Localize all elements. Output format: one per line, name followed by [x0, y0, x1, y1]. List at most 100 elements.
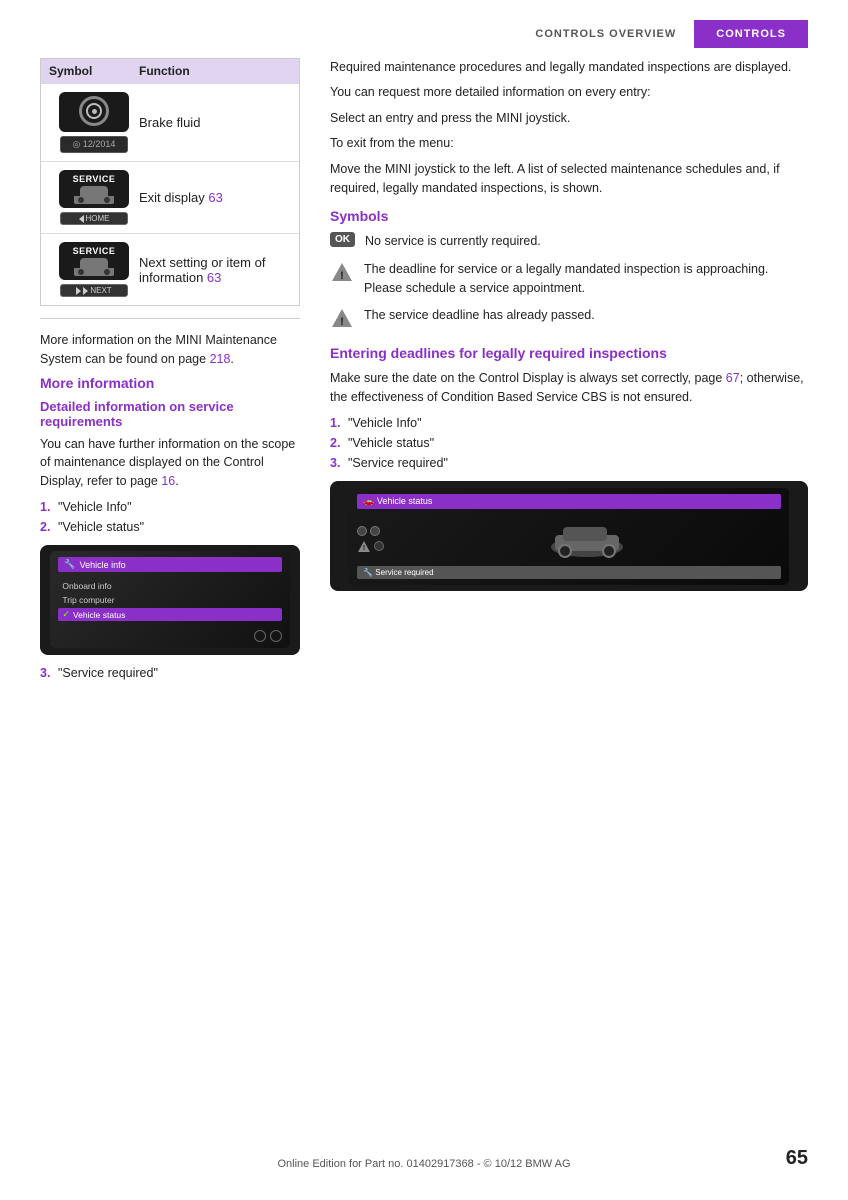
- next-label: NEXT: [90, 286, 111, 295]
- function-cell: Exit display 63: [139, 190, 291, 205]
- page-footer: Online Edition for Part no. 01402917368 …: [0, 1158, 848, 1170]
- list-num: 1.: [40, 497, 54, 517]
- ss-row: Onboard info: [58, 580, 281, 592]
- dot-icon: [357, 526, 367, 536]
- next-arrow1: [76, 287, 81, 295]
- car-bottom-next: [74, 268, 114, 276]
- nav-circle-right: [270, 630, 282, 642]
- list-text: "Service required": [58, 663, 158, 683]
- warn-sm: !: [357, 540, 371, 553]
- page-number: 65: [786, 1147, 808, 1170]
- brake-fluid-text: Brake fluid: [139, 115, 200, 130]
- left-column: Symbol Function ◎ 12/2014 Br: [40, 58, 300, 691]
- divider-1: [40, 318, 300, 319]
- detail-link[interactable]: 16: [161, 474, 175, 488]
- right-para-4: To exit from the menu:: [330, 134, 808, 153]
- symbol-cell: ◎ 12/2014: [49, 92, 139, 153]
- right-para-2: You can request more detailed informatio…: [330, 83, 808, 102]
- nav-circle-left: [254, 630, 266, 642]
- symbol-cell: SERVICE HOME: [49, 170, 139, 225]
- service-word: SERVICE: [73, 174, 116, 184]
- car-simple: [74, 186, 114, 204]
- list-num: 1.: [330, 413, 344, 433]
- list-text: "Vehicle status": [58, 517, 144, 537]
- car-top-next: [80, 258, 108, 268]
- symbols-heading: Symbols: [330, 208, 808, 224]
- home-button: HOME: [60, 212, 128, 225]
- ss-content-left: Onboard info Trip computer ✓ Vehicle sta…: [58, 576, 281, 621]
- list-item: 3. "Service required": [330, 453, 808, 473]
- screenshot-inner-left: 🔧 Vehicle info Onboard info Trip compute…: [50, 551, 289, 648]
- table-row: SERVICE NEXT: [41, 233, 299, 305]
- list-item: 2. "Vehicle status": [40, 517, 300, 537]
- table-row: SERVICE HOME: [41, 161, 299, 233]
- next-button: NEXT: [60, 284, 128, 297]
- screenshot-vehicle-status: 🚗 Vehicle status !: [330, 481, 808, 591]
- brake-label: ◎ 12/2014: [60, 136, 128, 153]
- car-top: [80, 186, 108, 196]
- table-header: Symbol Function: [41, 59, 299, 83]
- ok-text: No service is currently required.: [365, 232, 541, 251]
- entering-link[interactable]: 67: [726, 371, 740, 385]
- ss-r-content: !: [357, 513, 781, 566]
- svg-text:!: !: [363, 545, 365, 552]
- right-para-3: Select an entry and press the MINI joyst…: [330, 109, 808, 128]
- right-para-5: Move the MINI joystick to the left. A li…: [330, 160, 808, 199]
- function-cell: Brake fluid: [139, 115, 291, 130]
- entering-body: Make sure the date on the Control Displa…: [330, 369, 808, 408]
- ss-icon-row2: !: [357, 540, 384, 553]
- ss-menu-icon: 🔧: [64, 559, 75, 570]
- svg-text:!: !: [340, 270, 344, 282]
- back-arrow: [79, 215, 84, 223]
- detail-list-2: 3. "Service required": [40, 663, 300, 683]
- wheel-right: [103, 196, 111, 204]
- col-function-header: Function: [139, 64, 291, 78]
- list-num: 2.: [40, 517, 54, 537]
- main-content: Symbol Function ◎ 12/2014 Br: [0, 58, 848, 691]
- list-item: 1. "Vehicle Info": [40, 497, 300, 517]
- svg-text:!: !: [340, 316, 344, 328]
- function-cell: Next setting or item of information 63: [139, 255, 291, 285]
- service-word-next: SERVICE: [73, 246, 116, 256]
- car-bottom: [74, 196, 114, 204]
- list-item: 1. "Vehicle Info": [330, 413, 808, 433]
- next-setting-link[interactable]: 63: [207, 270, 221, 285]
- warning-icon-2: !: [330, 306, 354, 330]
- symbol-cell: SERVICE NEXT: [49, 242, 139, 297]
- detail-body: You can have further information on the …: [40, 435, 300, 491]
- car-svg: [547, 519, 627, 559]
- symbol-row-warn1: ! The deadline for service or a legally …: [330, 260, 808, 299]
- list-num: 3.: [330, 453, 344, 473]
- page-header: CONTROLS OVERVIEW CONTROLS: [0, 0, 848, 58]
- entering-list: 1. "Vehicle Info" 2. "Vehicle status" 3.…: [330, 413, 808, 473]
- detail-subtitle: Detailed information on service requirem…: [40, 399, 300, 429]
- checkmark: ✓: [62, 609, 70, 620]
- dot-icon: [370, 526, 380, 536]
- controls-label: CONTROLS: [694, 20, 808, 48]
- service-top-next: SERVICE: [73, 246, 116, 256]
- list-num: 3.: [40, 663, 54, 683]
- service-icon-home: SERVICE: [59, 170, 129, 208]
- exit-display-link[interactable]: 63: [208, 190, 222, 205]
- list-text: "Service required": [348, 453, 448, 473]
- wheel-right-next: [103, 268, 111, 276]
- warn1-text: The deadline for service or a legally ma…: [364, 260, 808, 299]
- list-item: 2. "Vehicle status": [330, 433, 808, 453]
- warn-triangle-svg-2: !: [330, 307, 354, 329]
- warning-icon-1: !: [330, 260, 354, 284]
- symbol-row-warn2: ! The service deadline has already passe…: [330, 306, 808, 330]
- right-para-1: Required maintenance procedures and lega…: [330, 58, 808, 77]
- wheel-left: [77, 196, 85, 204]
- warn-triangle-svg-1: !: [330, 261, 354, 283]
- ss-menu-bar: 🔧 Vehicle info: [58, 557, 281, 572]
- wheel-left-next: [77, 268, 85, 276]
- more-info-heading: More information: [40, 375, 300, 391]
- detail-list: 1. "Vehicle Info" 2. "Vehicle status": [40, 497, 300, 537]
- ss-icons-left: !: [357, 526, 384, 553]
- maintenance-note: More information on the MINI Maintenance…: [40, 331, 300, 369]
- next-arrow2: [83, 287, 88, 295]
- service-required-bar: 🔧 Service required: [357, 566, 781, 579]
- car-simple-next: [74, 258, 114, 276]
- maintenance-page-link[interactable]: 218: [210, 352, 231, 366]
- brake-dot: [92, 109, 97, 114]
